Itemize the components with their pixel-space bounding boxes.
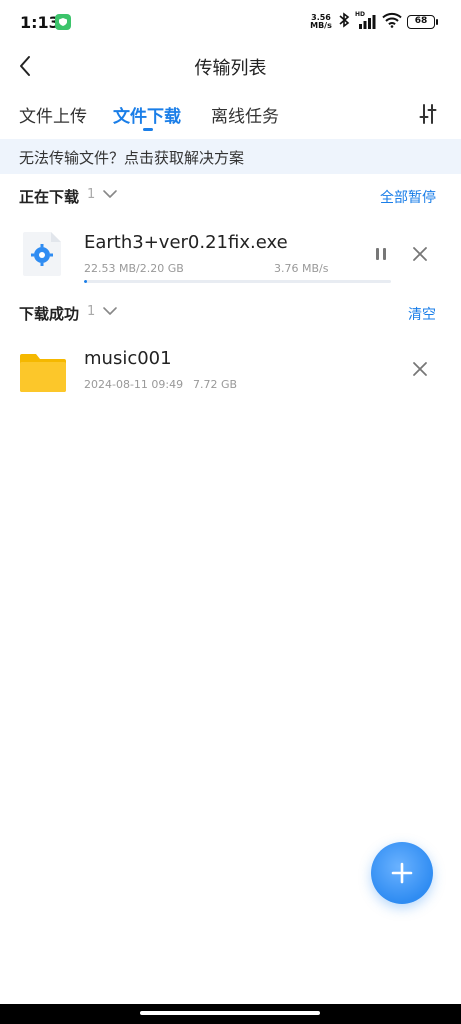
shield-icon (55, 14, 71, 30)
navigation-bar: 传输列表 (0, 44, 461, 90)
plus-icon (391, 862, 413, 884)
pause-button[interactable] (372, 244, 390, 264)
status-bar: 1:13 3.56 MB/s HD 68 (0, 0, 461, 44)
active-tab-indicator (143, 128, 153, 131)
signal-icon: HD (355, 11, 377, 30)
tab-upload[interactable]: 文件上传 (19, 102, 87, 127)
remove-item-button[interactable] (410, 359, 430, 379)
gesture-navigation-bar (0, 1004, 461, 1024)
download-speed: 3.76 MB/s (274, 262, 329, 275)
pause-icon (376, 248, 386, 260)
close-icon (413, 362, 427, 376)
tab-bar: 文件上传 文件下载 离线任务 (0, 98, 461, 134)
download-progress-bar (84, 280, 391, 283)
bluetooth-icon (338, 12, 350, 32)
download-file-name: Earth3+ver0.21fix.exe (84, 232, 288, 253)
downloading-count: 1 (87, 187, 96, 202)
help-banner[interactable]: 无法传输文件？点击获取解决方案 (0, 139, 461, 174)
chevron-down-icon[interactable] (102, 303, 118, 319)
network-speed: 3.56 MB/s (309, 14, 333, 30)
downloading-section-title: 正在下载 (19, 188, 80, 206)
add-task-button[interactable] (371, 842, 433, 904)
help-banner-text: 无法传输文件？点击获取解决方案 (19, 149, 245, 167)
download-task-row[interactable]: Earth3+ver0.21fix.exe 22.53 MB/2.20 GB 3… (0, 226, 461, 296)
filter-button[interactable] (417, 102, 439, 126)
battery-indicator: 68 (407, 15, 438, 29)
wifi-icon (382, 12, 402, 32)
download-progress-text: 22.53 MB/2.20 GB (84, 262, 184, 275)
pause-all-button[interactable]: 全部暂停 (380, 187, 436, 207)
completed-file-date: 2024-08-11 09:49 (84, 378, 184, 391)
completed-item-row[interactable]: music001 2024-08-11 09:49 7.72 GB (0, 342, 461, 412)
close-icon (413, 247, 427, 261)
chevron-down-icon[interactable] (102, 186, 118, 202)
downloading-section-header: 正在下载 1 全部暂停 (0, 180, 461, 210)
completed-file-size: 7.72 GB (193, 378, 238, 391)
filter-sliders-icon (419, 104, 437, 124)
tab-download[interactable]: 文件下载 (113, 102, 181, 127)
clear-completed-button[interactable]: 清空 (408, 304, 436, 324)
completed-count: 1 (87, 304, 96, 319)
status-time: 1:13 (20, 13, 60, 32)
completed-file-name: music001 (84, 348, 172, 369)
gear-file-icon (21, 230, 63, 278)
completed-section-header: 下载成功 1 清空 (0, 297, 461, 327)
cancel-download-button[interactable] (410, 244, 430, 264)
status-indicators: 3.56 MB/s HD 68 (309, 11, 438, 32)
tab-offline-tasks[interactable]: 离线任务 (211, 102, 279, 127)
page-title: 传输列表 (194, 58, 267, 79)
completed-section-title: 下载成功 (19, 305, 80, 323)
folder-icon (18, 352, 68, 394)
home-indicator[interactable] (140, 1011, 320, 1015)
network-speed-unit: MB/s (310, 21, 332, 30)
download-progress-fill (84, 280, 88, 283)
